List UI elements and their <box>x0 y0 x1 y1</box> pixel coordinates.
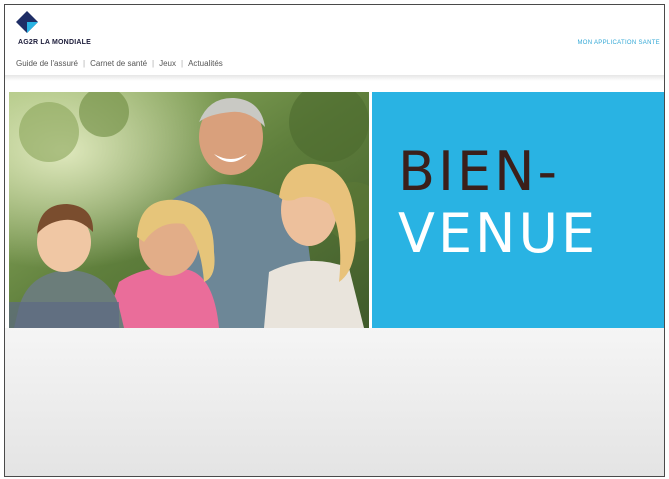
nav-item-guide[interactable]: Guide de l'assuré <box>11 59 83 68</box>
content-area <box>5 328 664 476</box>
app-link[interactable]: MON APPLICATION SANTE <box>577 40 660 46</box>
main-nav: Guide de l'assuré | Carnet de santé | Je… <box>11 55 228 72</box>
family-photo <box>9 92 369 328</box>
welcome-line-1: BIEN- <box>398 140 560 203</box>
nav-item-actualites[interactable]: Actualités <box>183 59 228 68</box>
welcome-panel: BIEN- VENUE <box>372 92 664 328</box>
welcome-line-2: VENUE <box>398 202 599 265</box>
brand-name: AG2R LA MONDIALE <box>18 39 91 46</box>
nav-item-carnet[interactable]: Carnet de santé <box>85 59 152 68</box>
hero-banner: BIEN- VENUE <box>9 92 664 328</box>
logo-diamond-icon <box>16 11 38 33</box>
nav-item-jeux[interactable]: Jeux <box>154 59 181 68</box>
header-divider <box>5 75 664 81</box>
app-window: AG2R LA MONDIALE MON APPLICATION SANTE G… <box>4 4 665 477</box>
